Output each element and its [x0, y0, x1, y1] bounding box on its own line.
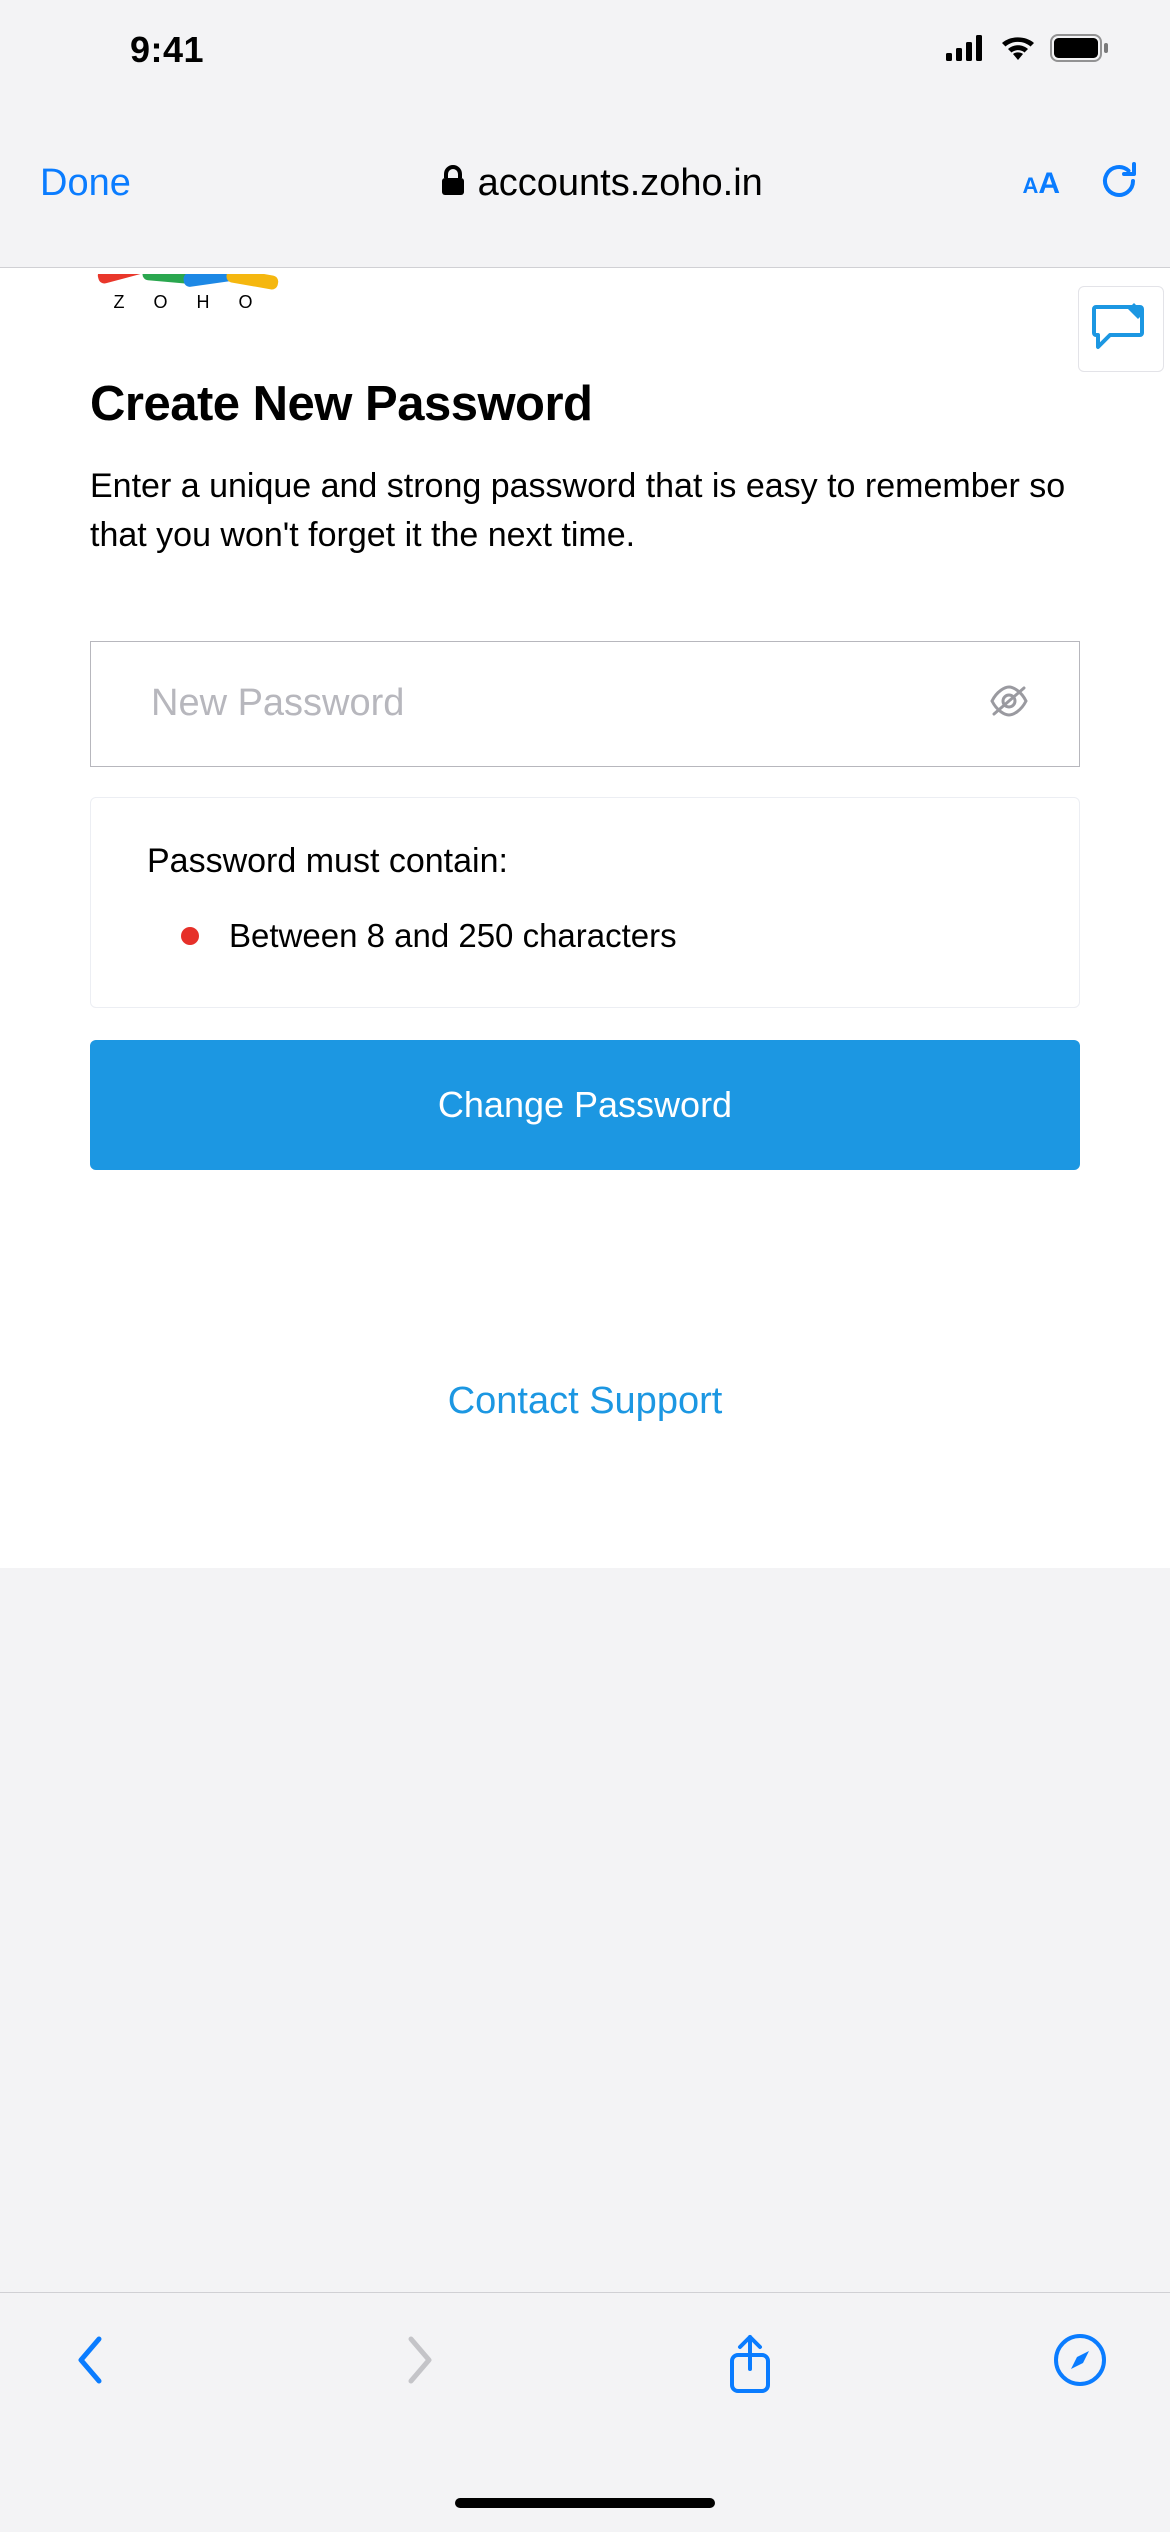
- zoho-logo-text: Z O H O: [100, 292, 278, 313]
- share-icon: [726, 2382, 774, 2399]
- cellular-icon: [946, 35, 986, 66]
- requirement-text: Between 8 and 250 characters: [229, 917, 677, 955]
- contact-support-link[interactable]: Contact Support: [448, 1380, 723, 1422]
- forward-button[interactable]: [390, 2333, 450, 2392]
- requirement-status-dot-icon: [181, 927, 199, 945]
- new-password-field-wrapper: [90, 641, 1080, 767]
- compass-icon: [1053, 2374, 1107, 2391]
- share-button[interactable]: [720, 2333, 780, 2400]
- url-host-text: accounts.zoho.in: [478, 162, 763, 205]
- wifi-icon: [1000, 35, 1036, 66]
- done-button[interactable]: Done: [40, 162, 200, 205]
- password-requirement-item: Between 8 and 250 characters: [147, 917, 1023, 955]
- change-password-button-label: Change Password: [438, 1084, 732, 1126]
- open-in-safari-button[interactable]: [1050, 2333, 1110, 2392]
- contact-support-row: Contact Support: [90, 1380, 1080, 1423]
- page-title: Create New Password: [90, 376, 1080, 432]
- back-button[interactable]: [60, 2333, 120, 2392]
- battery-icon: [1050, 34, 1110, 67]
- change-password-button[interactable]: Change Password: [90, 1040, 1080, 1170]
- chevron-right-icon: [403, 2374, 437, 2391]
- page-subtitle: Enter a unique and strong password that …: [90, 462, 1080, 561]
- status-icons: [946, 34, 1110, 67]
- home-indicator[interactable]: [455, 2498, 715, 2508]
- browser-bottom-toolbar: [0, 2292, 1170, 2532]
- new-password-input[interactable]: [151, 682, 853, 725]
- reader-text-size-button[interactable]: AA: [1022, 167, 1060, 201]
- password-requirements-title: Password must contain:: [147, 842, 1023, 881]
- url-display[interactable]: accounts.zoho.in: [200, 162, 1002, 205]
- page-content: Z O H O Create New Password Enter a uniq…: [0, 268, 1170, 1568]
- feedback-icon: [1092, 301, 1150, 358]
- reload-icon[interactable]: [1100, 160, 1140, 207]
- status-time: 9:41: [130, 29, 204, 71]
- lock-icon: [440, 165, 466, 202]
- zoho-logo: Z O H O: [0, 274, 1170, 336]
- feedback-button[interactable]: [1078, 286, 1164, 372]
- password-requirements-box: Password must contain: Between 8 and 250…: [90, 797, 1080, 1008]
- toggle-password-visibility-icon[interactable]: [989, 684, 1029, 723]
- chevron-left-icon: [73, 2374, 107, 2391]
- status-bar: 9:41: [0, 0, 1170, 100]
- browser-address-bar: Done accounts.zoho.in AA: [0, 100, 1170, 268]
